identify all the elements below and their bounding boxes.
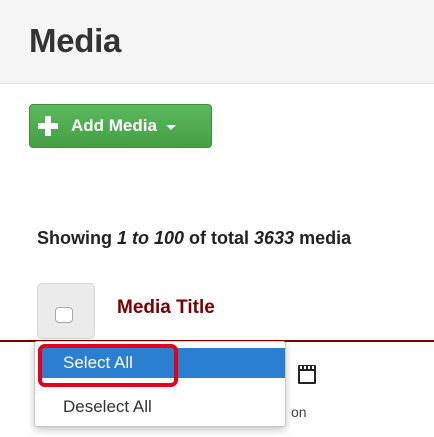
- column-header-media-title[interactable]: Media Title: [117, 297, 215, 319]
- menu-item-select-all[interactable]: Select All: [39, 348, 285, 378]
- select-dropdown-menu: Select All Deselect All: [34, 341, 286, 427]
- summary-middle: of total: [184, 228, 255, 248]
- checkbox-icon: [55, 307, 73, 323]
- table-header: Media Title: [0, 280, 434, 342]
- row-title-partial: on: [291, 404, 307, 420]
- menu-item-deselect-all[interactable]: Deselect All: [39, 392, 239, 422]
- caret-down-icon: [165, 124, 176, 130]
- summary-total: 3633: [254, 228, 295, 248]
- select-all-checkbox-button[interactable]: [37, 283, 95, 339]
- clapperboard-icon: [298, 365, 316, 384]
- page-title: Media: [29, 22, 122, 59]
- summary-suffix: media: [294, 228, 352, 248]
- page-header: Media: [0, 0, 434, 84]
- summary-range: 1 to 100: [117, 228, 185, 248]
- add-media-button[interactable]: Add Media: [29, 104, 212, 148]
- summary-prefix: Showing: [37, 228, 117, 248]
- results-summary: Showing 1 to 100 of total 3633 media: [37, 228, 351, 249]
- add-media-label: Add Media: [71, 116, 157, 135]
- plus-icon: [38, 116, 58, 136]
